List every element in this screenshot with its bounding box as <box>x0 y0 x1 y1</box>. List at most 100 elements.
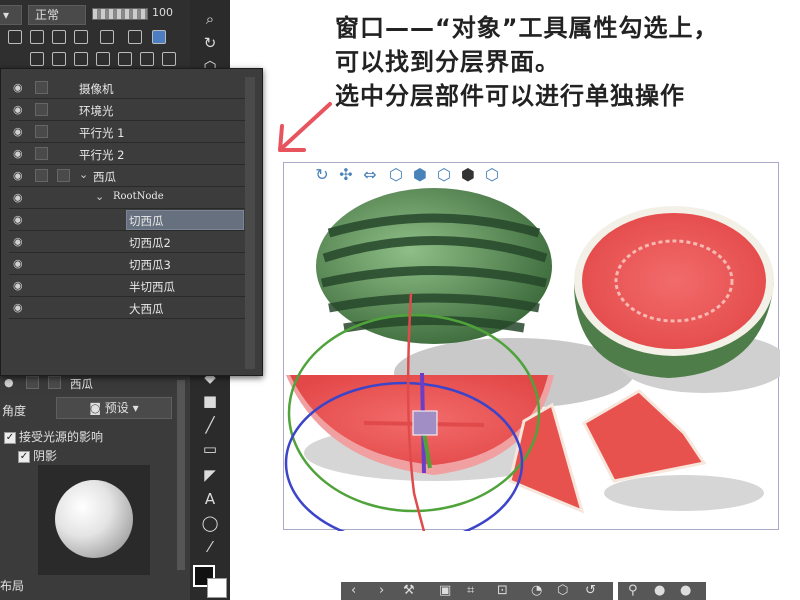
shadow-checkbox-row[interactable]: ✓ 阴影 <box>18 447 57 464</box>
light-checkbox-label: 接受光源的影响 <box>19 430 104 444</box>
copy-layer-icon[interactable] <box>96 52 110 66</box>
new-folder-icon[interactable] <box>74 52 88 66</box>
eye-icon[interactable]: ◉ <box>13 191 23 204</box>
character-2-icon[interactable]: ● <box>680 583 691 598</box>
preset-button[interactable]: ◙ 预设 ▾ <box>56 397 172 419</box>
layer-row[interactable]: ◉ 环境光 <box>9 99 245 121</box>
clip-icon[interactable] <box>30 30 44 44</box>
eye-icon[interactable]: ◉ <box>13 125 23 138</box>
layer-row[interactable]: ◉ ⌄ RootNode <box>9 187 245 209</box>
cube-icon[interactable]: ⬡ <box>557 583 568 598</box>
camera-angle-icon[interactable]: ▣ <box>439 583 451 598</box>
frame-tool-icon[interactable]: ▭ <box>201 440 219 458</box>
layer-label: 切西瓜3 <box>129 258 171 272</box>
layer-color-icon[interactable] <box>152 30 166 44</box>
rotate-tool-icon[interactable]: ↻ <box>201 34 219 52</box>
move-object-icon[interactable]: ⬡ <box>386 165 406 185</box>
layer-row[interactable]: ◉ 大西瓜 <box>9 297 245 319</box>
lock-checkbox[interactable] <box>35 147 48 160</box>
zoom-tool-icon[interactable]: ⌕ <box>201 10 219 28</box>
text-tool-icon[interactable]: A <box>201 490 219 508</box>
lock-checkbox[interactable] <box>35 103 48 116</box>
lock-checkbox[interactable] <box>35 169 48 182</box>
annotation-line-1: 窗口——“对象”工具属性勾选上， <box>335 14 719 42</box>
rotate-camera-icon[interactable]: ↻ <box>312 165 332 185</box>
layer-row-selected[interactable]: ◉ 切西瓜 <box>9 209 245 231</box>
trash-icon[interactable] <box>162 52 176 66</box>
gizmo-center-handle[interactable] <box>412 410 438 436</box>
lock-checkbox[interactable] <box>48 376 61 389</box>
layer-row[interactable]: ◉ ⌄ 西瓜 <box>9 165 245 187</box>
visibility-checkbox[interactable] <box>26 376 39 389</box>
rotate-object-y-icon[interactable]: ⬡ <box>434 165 454 185</box>
draft-icon[interactable] <box>74 30 88 44</box>
opacity-slider[interactable] <box>92 8 148 20</box>
wrench-icon[interactable]: ⚒ <box>403 583 415 598</box>
ground-icon[interactable]: ⊡ <box>497 583 508 598</box>
mask-icon[interactable] <box>100 30 114 44</box>
chevron-down-icon[interactable]: ⌄ <box>95 190 104 203</box>
fit-icon[interactable]: ⌗ <box>467 583 474 598</box>
new-raster-icon[interactable] <box>30 52 44 66</box>
reference-icon[interactable] <box>52 30 66 44</box>
property-scrollbar[interactable] <box>177 380 185 570</box>
eye-icon[interactable]: ◉ <box>13 257 23 270</box>
object-layer-name: 西瓜 <box>70 377 93 391</box>
merge-icon[interactable] <box>118 52 132 66</box>
light-checkbox-row[interactable]: ✓ 接受光源的影响 <box>4 428 103 445</box>
eye-icon[interactable]: ◉ <box>13 147 23 160</box>
shadow-checkbox[interactable]: ✓ <box>18 450 30 463</box>
mask-add-icon[interactable] <box>140 52 154 66</box>
eye-icon[interactable]: ◉ <box>13 213 23 226</box>
new-vector-icon[interactable] <box>52 52 66 66</box>
layer-label: 西瓜 <box>93 170 116 184</box>
chevron-down-icon[interactable]: ⌄ <box>79 168 88 181</box>
eye-icon[interactable]: ◉ <box>13 103 23 116</box>
layer-scrollbar[interactable] <box>245 77 255 369</box>
light-checkbox[interactable]: ✓ <box>4 431 16 444</box>
correction-tool-icon[interactable]: ⁄ <box>201 538 219 556</box>
wedge-slice-2[interactable] <box>582 389 707 483</box>
eye-icon[interactable]: ◉ <box>13 235 23 248</box>
figure-tool-icon[interactable]: ╱ <box>201 416 219 434</box>
lock-checkbox[interactable] <box>35 81 48 94</box>
eye-icon[interactable]: ◉ <box>13 81 23 94</box>
layer-label: 半切西瓜 <box>129 280 175 294</box>
edit-color-icon[interactable] <box>128 30 142 44</box>
eye-icon[interactable]: ◉ <box>13 301 23 314</box>
rotate-object-icon[interactable]: ⬢ <box>410 165 430 185</box>
gradient-tool-icon[interactable]: ■ <box>201 392 219 410</box>
move-plane-icon[interactable]: ⬢ <box>458 165 478 185</box>
scale-object-icon[interactable]: ⬡ <box>482 165 502 185</box>
layer-row[interactable]: ◉ 摄像机 <box>9 77 245 99</box>
light-direction-sphere[interactable] <box>55 480 133 558</box>
lock-icon[interactable] <box>8 30 22 44</box>
layer-row[interactable]: ◉ 切西瓜2 <box>9 231 245 253</box>
annotation-line-2: 可以找到分层界面。 <box>335 48 560 76</box>
rotate-reset-icon[interactable]: ◔ <box>531 583 542 598</box>
blend-mode-dropdown[interactable]: 正常 <box>28 5 86 25</box>
character-icon[interactable]: ● <box>654 583 665 598</box>
reset-icon[interactable]: ↺ <box>585 583 596 598</box>
pan-camera-icon[interactable]: ✣ <box>336 165 356 185</box>
dolly-camera-icon[interactable]: ⇔ <box>360 165 380 185</box>
ruler-tool-icon[interactable]: ◤ <box>201 466 219 484</box>
sub-color-swatch[interactable] <box>207 578 227 598</box>
eye-icon[interactable]: ◉ <box>13 169 23 182</box>
3d-viewport[interactable] <box>283 162 780 531</box>
pose-icon[interactable]: ⚲ <box>628 583 638 598</box>
eye-icon[interactable]: ● <box>4 376 14 389</box>
layer-row[interactable]: ◉ 平行光 2 <box>9 143 245 165</box>
half-watermelon-flesh[interactable] <box>582 213 766 349</box>
chevron-right-icon[interactable]: › <box>379 583 384 598</box>
balloon-tool-icon[interactable]: ◯ <box>201 514 219 532</box>
layer-row[interactable]: ◉ 平行光 1 <box>9 121 245 143</box>
sub-checkbox[interactable] <box>57 169 70 182</box>
preset-label: 预设 <box>104 401 129 415</box>
layer-row[interactable]: ◉ 半切西瓜 <box>9 275 245 297</box>
lock-checkbox[interactable] <box>35 125 48 138</box>
chevron-left-icon[interactable]: ‹ <box>351 583 356 598</box>
layer-toggle-dropdown[interactable]: ▾ <box>0 5 22 25</box>
eye-icon[interactable]: ◉ <box>13 279 23 292</box>
layer-row[interactable]: ◉ 切西瓜3 <box>9 253 245 275</box>
